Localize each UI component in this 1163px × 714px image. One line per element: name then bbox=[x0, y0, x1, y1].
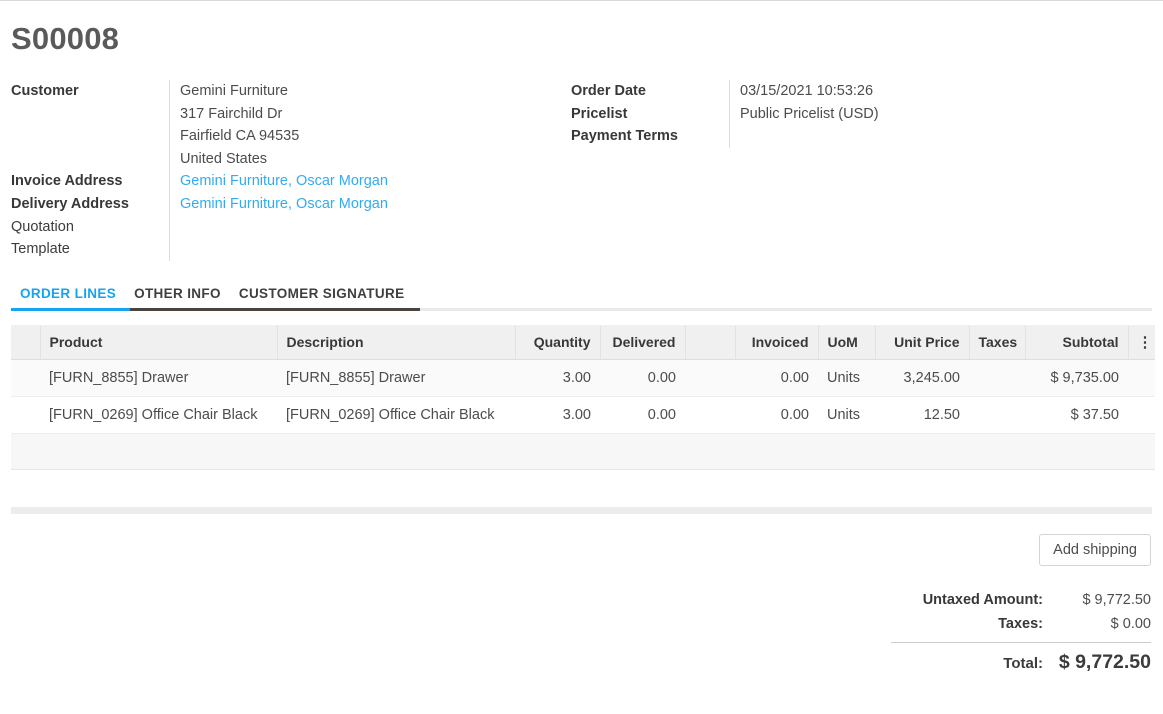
section-divider bbox=[11, 507, 1152, 514]
cell-invoiced[interactable]: 0.00 bbox=[735, 359, 818, 396]
order-lines-table: Product Description Quantity Delivered I… bbox=[11, 325, 1155, 470]
field-label-delivery-address: Delivery Address bbox=[11, 193, 169, 216]
table-row[interactable]: [FURN_0269] Office Chair Black [FURN_026… bbox=[11, 396, 1155, 433]
field-label-invoice-address: Invoice Address bbox=[11, 170, 169, 193]
tab-other-info[interactable]: OTHER INFO bbox=[125, 283, 230, 311]
untaxed-amount-row: Untaxed Amount: $ 9,772.50 bbox=[891, 588, 1151, 612]
delivery-address-link[interactable]: Gemini Furniture, Oscar Morgan bbox=[180, 196, 388, 212]
table-empty-cell bbox=[11, 433, 1155, 469]
untaxed-amount-label: Untaxed Amount: bbox=[891, 588, 1055, 612]
column-header-invoiced[interactable]: Invoiced bbox=[735, 325, 818, 360]
taxes-label: Taxes: bbox=[891, 612, 1055, 636]
field-payment-terms: Payment Terms bbox=[571, 125, 1131, 148]
cell-delivered[interactable]: 0.00 bbox=[600, 359, 685, 396]
header-left-column: Customer Gemini Furniture 317 Fairchild … bbox=[11, 80, 571, 261]
tab-order-lines[interactable]: ORDER LINES bbox=[11, 283, 125, 311]
column-header-uom[interactable]: UoM bbox=[818, 325, 875, 360]
total-label: Total: bbox=[891, 650, 1055, 678]
column-header-spacer bbox=[685, 325, 735, 360]
column-header-taxes[interactable]: Taxes bbox=[969, 325, 1025, 360]
customer-city-state-zip: Fairfield CA 94535 bbox=[180, 125, 571, 148]
field-label-payment-terms: Payment Terms bbox=[571, 125, 729, 148]
cell-subtotal: $ 9,735.00 bbox=[1025, 359, 1128, 396]
cell-invoiced[interactable]: 0.00 bbox=[735, 396, 818, 433]
customer-name-link[interactable]: Gemini Furniture bbox=[180, 80, 571, 103]
cell-description[interactable]: [FURN_0269] Office Chair Black bbox=[277, 396, 515, 433]
field-value-order-date[interactable]: 03/15/2021 10:53:26 bbox=[729, 80, 1131, 103]
field-value-pricelist[interactable]: Public Pricelist (USD) bbox=[729, 103, 1131, 126]
field-value-customer: Gemini Furniture 317 Fairchild Dr Fairfi… bbox=[169, 80, 571, 170]
column-header-quantity[interactable]: Quantity bbox=[515, 325, 600, 360]
field-value-invoice-address: Gemini Furniture, Oscar Morgan bbox=[169, 170, 571, 193]
order-lines-table-container: Product Description Quantity Delivered I… bbox=[0, 325, 1163, 470]
field-order-date: Order Date 03/15/2021 10:53:26 bbox=[571, 80, 1131, 103]
field-label-pricelist: Pricelist bbox=[571, 103, 729, 126]
column-header-product[interactable]: Product bbox=[40, 325, 277, 360]
header-right-column: Order Date 03/15/2021 10:53:26 Pricelist… bbox=[571, 80, 1131, 261]
cell-row-options[interactable] bbox=[1128, 359, 1155, 396]
invoice-address-link[interactable]: Gemini Furniture, Oscar Morgan bbox=[180, 173, 388, 189]
cell-subtotal: $ 37.50 bbox=[1025, 396, 1128, 433]
row-handle[interactable] bbox=[11, 359, 40, 396]
field-label-order-date: Order Date bbox=[571, 80, 729, 103]
cell-quantity[interactable]: 3.00 bbox=[515, 359, 600, 396]
taxes-row: Taxes: $ 0.00 bbox=[891, 612, 1151, 636]
sales-order-sheet: S00008 Customer Gemini Furniture 317 Fai… bbox=[0, 0, 1163, 714]
cell-delivered[interactable]: 0.00 bbox=[600, 396, 685, 433]
cell-row-options[interactable] bbox=[1128, 396, 1155, 433]
table-body: [FURN_8855] Drawer [FURN_8855] Drawer 3.… bbox=[11, 359, 1155, 469]
cell-spacer bbox=[685, 396, 735, 433]
field-label-customer: Customer bbox=[11, 80, 169, 103]
totals-section: Add shipping Untaxed Amount: $ 9,772.50 … bbox=[0, 534, 1163, 679]
add-shipping-button[interactable]: Add shipping bbox=[1039, 534, 1151, 567]
header-fields: Customer Gemini Furniture 317 Fairchild … bbox=[0, 80, 1163, 261]
cell-quantity[interactable]: 3.00 bbox=[515, 396, 600, 433]
table-empty-row bbox=[11, 433, 1155, 469]
untaxed-amount-value: $ 9,772.50 bbox=[1055, 588, 1151, 612]
column-header-unit-price[interactable]: Unit Price bbox=[875, 325, 969, 360]
cell-taxes[interactable] bbox=[969, 359, 1025, 396]
cell-spacer bbox=[685, 359, 735, 396]
cell-uom[interactable]: Units bbox=[818, 396, 875, 433]
tab-customer-signature[interactable]: CUSTOMER SIGNATURE bbox=[230, 283, 414, 311]
cell-taxes[interactable] bbox=[969, 396, 1025, 433]
taxes-value: $ 0.00 bbox=[1055, 612, 1151, 636]
field-delivery-address: Delivery Address Gemini Furniture, Oscar… bbox=[11, 193, 571, 216]
column-header-description[interactable]: Description bbox=[277, 325, 515, 360]
column-header-delivered[interactable]: Delivered bbox=[600, 325, 685, 360]
column-options-header: ⋮ bbox=[1128, 325, 1155, 360]
customer-street: 317 Fairchild Dr bbox=[180, 103, 571, 126]
row-handle[interactable] bbox=[11, 396, 40, 433]
field-pricelist: Pricelist Public Pricelist (USD) bbox=[571, 103, 1131, 126]
tab-bar: ORDER LINES OTHER INFO CUSTOMER SIGNATUR… bbox=[0, 283, 1163, 311]
cell-product[interactable]: [FURN_8855] Drawer bbox=[40, 359, 277, 396]
field-invoice-address: Invoice Address Gemini Furniture, Oscar … bbox=[11, 170, 571, 193]
quotation-template-label-line1: Quotation bbox=[11, 216, 161, 239]
vertical-dots-icon[interactable]: ⋮ bbox=[1138, 335, 1153, 350]
cell-product[interactable]: [FURN_0269] Office Chair Black bbox=[40, 396, 277, 433]
table-row[interactable]: [FURN_8855] Drawer [FURN_8855] Drawer 3.… bbox=[11, 359, 1155, 396]
totals-divider bbox=[891, 642, 1151, 643]
table-header-row: Product Description Quantity Delivered I… bbox=[11, 325, 1155, 360]
field-value-delivery-address: Gemini Furniture, Oscar Morgan bbox=[169, 193, 571, 216]
add-shipping-row: Add shipping bbox=[891, 534, 1151, 567]
cell-unit-price[interactable]: 12.50 bbox=[875, 396, 969, 433]
cell-description[interactable]: [FURN_8855] Drawer bbox=[277, 359, 515, 396]
total-value: $ 9,772.50 bbox=[1055, 648, 1151, 676]
field-value-payment-terms[interactable] bbox=[729, 125, 1131, 148]
field-customer: Customer Gemini Furniture 317 Fairchild … bbox=[11, 80, 571, 170]
cell-uom[interactable]: Units bbox=[818, 359, 875, 396]
column-header-subtotal[interactable]: Subtotal bbox=[1025, 325, 1128, 360]
page-title: S00008 bbox=[11, 22, 1163, 56]
column-header-handle bbox=[11, 325, 40, 360]
field-value-quotation-template[interactable] bbox=[169, 216, 571, 261]
cell-unit-price[interactable]: 3,245.00 bbox=[875, 359, 969, 396]
quotation-template-label-line2: Template bbox=[11, 238, 161, 261]
customer-country: United States bbox=[180, 148, 571, 171]
field-label-quotation-template: Quotation Template bbox=[11, 216, 169, 261]
field-quotation-template: Quotation Template bbox=[11, 216, 571, 261]
total-row: Total: $ 9,772.50 bbox=[891, 648, 1151, 678]
